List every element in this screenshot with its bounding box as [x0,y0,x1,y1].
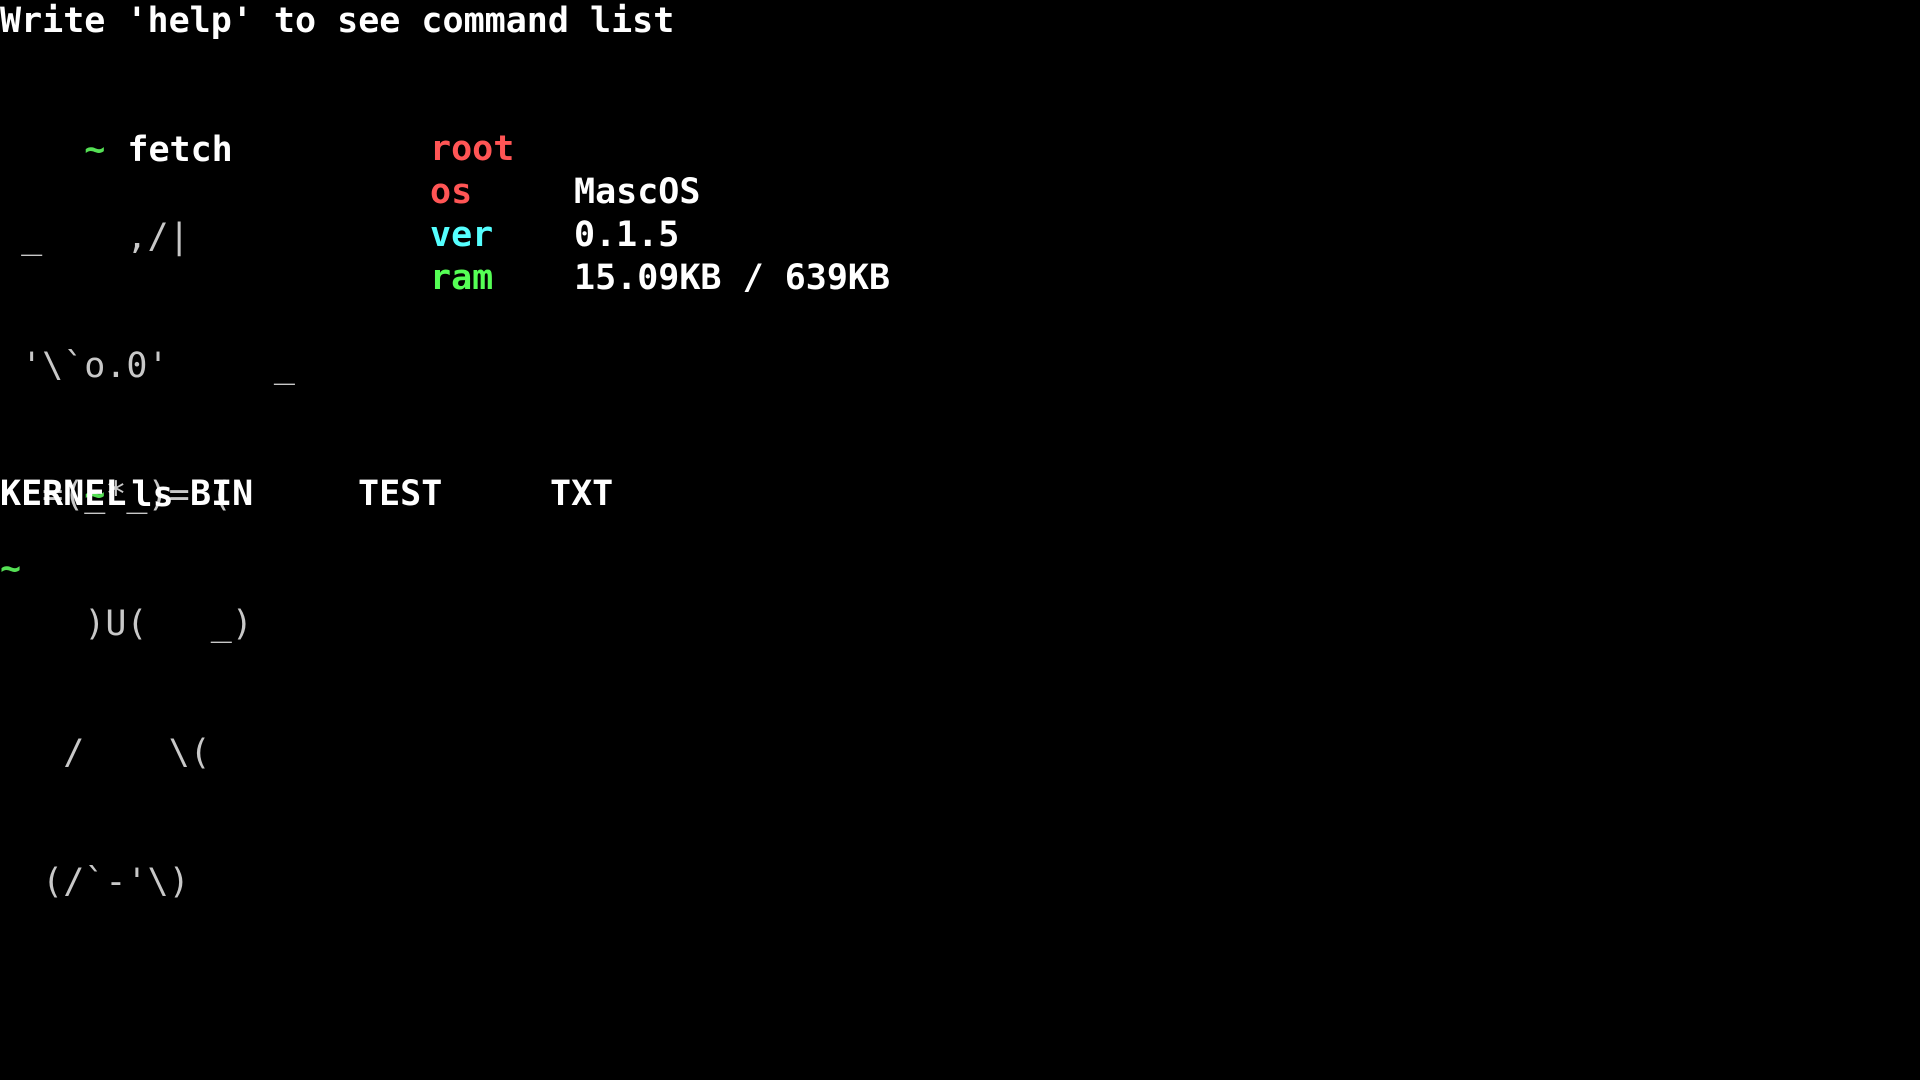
user-name: root [430,129,515,169]
ascii-art-line: / \( [0,733,211,773]
terminal-screen[interactable]: Write 'help' to see command list ~ fetch … [0,0,1920,1080]
info-value-ram: 15.09KB / 639KB [574,258,891,298]
info-value-ver: 0.1.5 [574,215,680,255]
list-item: KERNEL [0,474,127,514]
system-info: root os MascOS ver 0.1.5 ram 15.09KB / 6… [430,128,890,300]
command-text: ls [131,475,174,515]
welcome-message: Write 'help' to see command list [0,1,675,41]
list-item: TEST [358,474,443,514]
info-row-os: os MascOS [430,171,890,214]
info-value-os: MascOS [574,172,701,212]
prompt-symbol: ~ [0,549,22,589]
ascii-art-line: (/`-'\) [0,862,190,902]
info-key-os: os [430,172,473,212]
list-item: TXT [550,474,614,514]
list-item: BIN [190,474,254,514]
info-row-ver: ver 0.1.5 [430,214,890,257]
current-prompt-line[interactable]: ~ [0,548,21,591]
info-key-ver: ver [430,215,494,255]
info-row-ram: ram 15.09KB / 639KB [430,257,890,300]
ls-output: KERNEL BIN TEST TXT [0,473,613,731]
ascii-art-line: '\`o.0' _ [0,346,296,386]
info-user-row: root [430,128,890,171]
ascii-art-line: _ ,/| [0,217,190,257]
info-key-ram: ram [430,258,494,298]
